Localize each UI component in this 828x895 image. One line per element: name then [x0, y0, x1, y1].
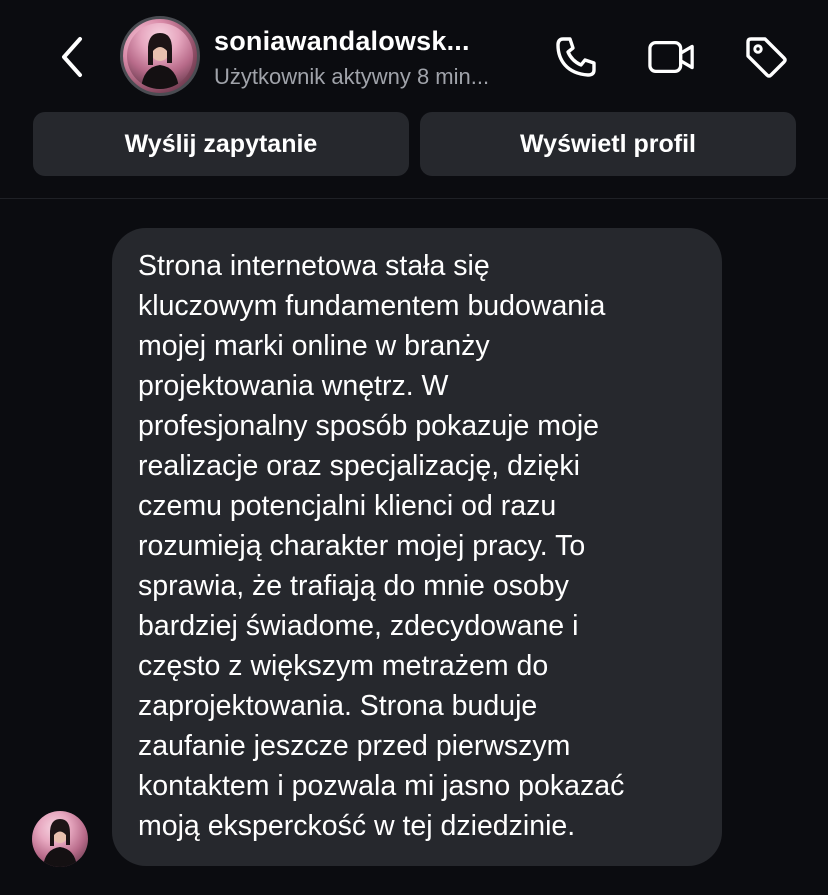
- video-call-button[interactable]: [648, 33, 696, 81]
- active-status: Użytkownik aktywny 8 min...: [214, 64, 490, 89]
- profile-actions: Wyślij zapytanie Wyświetl profil: [0, 112, 828, 176]
- username[interactable]: soniawandalowsk...: [214, 26, 470, 57]
- call-button[interactable]: [552, 33, 600, 81]
- label-button[interactable]: [742, 33, 790, 81]
- tag-icon: [746, 37, 787, 78]
- back-button[interactable]: [52, 34, 92, 80]
- send-request-button[interactable]: Wyślij zapytanie: [33, 112, 409, 176]
- header-divider: [0, 198, 828, 199]
- message-bubble[interactable]: Strona internetowa stała się kluczowym f…: [112, 228, 722, 866]
- back-chevron-icon: [62, 37, 82, 77]
- video-camera-icon: [648, 40, 694, 74]
- sender-avatar[interactable]: [32, 811, 88, 867]
- avatar-image: [127, 23, 193, 89]
- chat-header: soniawandalowsk... Użytkownik aktywny 8 …: [0, 0, 828, 112]
- phone-icon: [556, 37, 596, 77]
- view-profile-button[interactable]: Wyświetl profil: [420, 112, 796, 176]
- profile-avatar[interactable]: [120, 16, 200, 96]
- message-text: Strona internetowa stała się kluczowym f…: [138, 250, 625, 842]
